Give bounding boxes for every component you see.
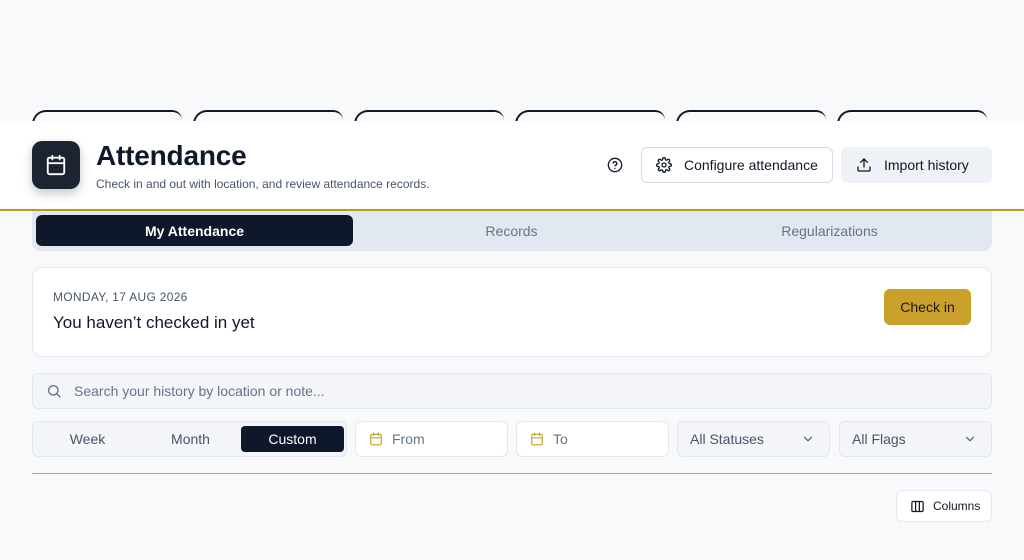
configure-attendance-label: Configure attendance	[684, 157, 818, 173]
calendar-icon	[369, 432, 383, 446]
history-search	[32, 373, 992, 409]
flags-filter-select[interactable]: All Flags	[839, 421, 992, 457]
configure-attendance-button[interactable]: Configure attendance	[641, 147, 833, 183]
to-date-placeholder: To	[553, 431, 568, 447]
range-custom-option[interactable]: Custom	[241, 426, 344, 452]
tab-my-attendance[interactable]: My Attendance	[36, 215, 353, 246]
chevron-down-icon	[801, 432, 815, 446]
from-date-placeholder: From	[392, 431, 425, 447]
checkin-status-text: You haven’t checked in yet	[53, 313, 255, 332]
check-in-button[interactable]: Check in	[884, 289, 971, 325]
page-header: Attendance Check in and out with locatio…	[0, 121, 1024, 211]
status-filter-value: All Statuses	[690, 431, 764, 447]
search-input[interactable]	[74, 383, 954, 399]
help-circle-icon[interactable]	[604, 154, 626, 176]
tab-records[interactable]: Records	[353, 215, 670, 246]
columns-icon	[910, 499, 925, 514]
import-history-button[interactable]: Import history	[841, 147, 992, 183]
upload-icon	[856, 157, 872, 173]
columns-button[interactable]: Columns	[896, 490, 992, 522]
import-history-label: Import history	[884, 157, 969, 173]
tab-bar: My Attendance Records Regularizations	[32, 211, 992, 251]
current-date: MONDAY, 17 AUG 2026	[53, 290, 188, 304]
gear-icon	[656, 157, 672, 173]
today-status-card: MONDAY, 17 AUG 2026 You haven’t checked …	[32, 267, 992, 357]
status-filter-select[interactable]: All Statuses	[677, 421, 830, 457]
tab-regularizations[interactable]: Regularizations	[671, 215, 988, 246]
flags-filter-value: All Flags	[852, 431, 906, 447]
section-divider	[32, 473, 992, 474]
chevron-down-icon	[963, 432, 977, 446]
page-title: Attendance	[96, 140, 247, 171]
search-icon	[46, 383, 62, 399]
range-week-option[interactable]: Week	[36, 426, 139, 452]
calendar-icon	[32, 141, 80, 189]
from-date-field[interactable]: From	[355, 421, 508, 457]
range-selector: Week Month Custom	[32, 421, 347, 457]
calendar-icon	[530, 432, 544, 446]
page-subtitle: Check in and out with location, and revi…	[96, 177, 430, 191]
to-date-field[interactable]: To	[516, 421, 669, 457]
columns-label: Columns	[933, 499, 981, 513]
range-month-option[interactable]: Month	[139, 426, 242, 452]
